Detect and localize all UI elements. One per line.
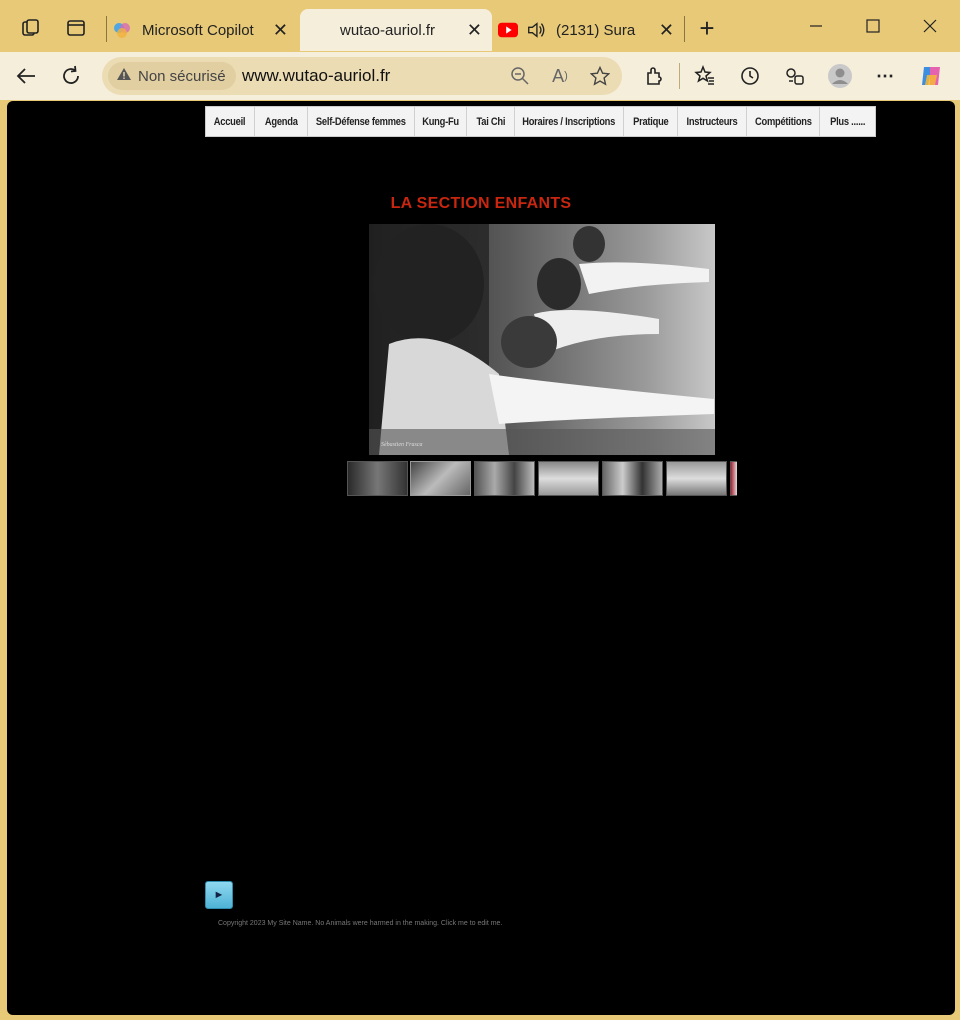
nav-item-plus[interactable]: Plus ...... <box>820 107 875 136</box>
copilot-button-icon[interactable] <box>915 60 947 92</box>
nav-item-competitions[interactable]: Compétitions <box>747 107 820 136</box>
tab-label: wutao-auriol.fr <box>340 21 436 39</box>
address-bar[interactable]: Non sécurisé www.wutao-auriol.fr A) <box>102 57 622 95</box>
close-tab-icon[interactable]: ✕ <box>273 20 288 41</box>
close-tab-icon[interactable]: ✕ <box>659 20 674 41</box>
tab-youtube-surah[interactable]: (2131) Surah ✕ <box>498 9 684 51</box>
favorite-star-icon[interactable] <box>584 60 616 92</box>
main-gallery-photo[interactable]: Sèbastien Frasca <box>369 224 715 455</box>
refresh-icon[interactable] <box>55 60 87 92</box>
nav-item-instructeurs[interactable]: Instructeurs <box>678 107 747 136</box>
warning-icon <box>116 67 132 85</box>
browser-toolbar: Non sécurisé www.wutao-auriol.fr A) ⋯ <box>0 52 960 100</box>
thumbnail[interactable] <box>474 461 535 496</box>
performance-icon[interactable] <box>779 60 811 92</box>
close-tab-icon[interactable]: ✕ <box>467 20 482 41</box>
read-aloud-icon[interactable]: A) <box>544 60 576 92</box>
security-label: Non sécurisé <box>138 67 226 85</box>
more-options-icon[interactable]: ⋯ <box>869 60 901 92</box>
photo-signature: Sèbastien Frasca <box>381 442 423 448</box>
browser-title-bar: Microsoft Copilot ✕ wutao-auriol.fr ✕ (2… <box>0 0 960 52</box>
martial-arts-kids-photo: Sèbastien Frasca <box>369 224 715 455</box>
tab-wutao-auriol[interactable]: wutao-auriol.fr ✕ <box>300 9 492 51</box>
zoom-out-icon[interactable] <box>504 60 536 92</box>
maximize-icon[interactable] <box>851 12 895 40</box>
thumbnail[interactable] <box>602 461 663 496</box>
web-page: Accueil Agenda Self-Défense femmes Kung-… <box>7 101 955 1015</box>
tab-separator <box>106 16 107 42</box>
tab-separator <box>684 16 685 42</box>
workspaces-icon[interactable] <box>17 14 45 42</box>
section-title: LA SECTION ENFANTS <box>390 195 572 212</box>
security-indicator[interactable]: Non sécurisé <box>108 62 236 90</box>
nav-item-accueil[interactable]: Accueil <box>206 107 255 136</box>
new-tab-icon[interactable]: + <box>693 13 721 43</box>
favorites-icon[interactable] <box>689 60 721 92</box>
nav-item-kung-fu[interactable]: Kung-Fu <box>415 107 467 136</box>
profile-avatar-icon[interactable] <box>824 60 856 92</box>
vertical-tabs-icon[interactable] <box>62 14 90 42</box>
youtube-icon <box>498 20 518 40</box>
nav-item-self-defense-femmes[interactable]: Self-Défense femmes <box>308 107 415 136</box>
nav-item-horaires-inscriptions[interactable]: Horaires / Inscriptions <box>515 107 624 136</box>
thumbnail[interactable] <box>410 461 471 496</box>
nav-item-tai-chi[interactable]: Tai Chi <box>467 107 515 136</box>
nav-item-pratique[interactable]: Pratique <box>624 107 678 136</box>
footer-copyright[interactable]: Copyright 2023 My Site Name. No Animals … <box>218 920 502 927</box>
minimize-icon[interactable] <box>794 12 838 40</box>
extensions-icon[interactable] <box>638 60 670 92</box>
tab-label: Microsoft Copilot <box>142 21 254 39</box>
thumbnail-strip <box>347 461 737 496</box>
play-icon: ► <box>213 889 225 901</box>
history-icon[interactable] <box>734 60 766 92</box>
nav-item-agenda[interactable]: Agenda <box>255 107 308 136</box>
thumbnail[interactable] <box>347 461 408 496</box>
thumbnail[interactable] <box>538 461 599 496</box>
thumbnail[interactable] <box>666 461 727 496</box>
tab-microsoft-copilot[interactable]: Microsoft Copilot ✕ <box>112 9 298 51</box>
audio-playing-icon[interactable] <box>526 20 546 40</box>
tab-label: (2131) Surah <box>556 21 636 39</box>
url-text[interactable]: www.wutao-auriol.fr <box>242 66 390 86</box>
close-window-icon[interactable] <box>908 12 952 40</box>
site-navigation: Accueil Agenda Self-Défense femmes Kung-… <box>205 106 876 137</box>
toolbar-separator <box>679 63 680 89</box>
copilot-icon <box>112 20 132 40</box>
thumbnail[interactable] <box>730 461 737 496</box>
back-icon[interactable] <box>10 60 42 92</box>
slideshow-play-button[interactable]: ► <box>205 881 233 909</box>
